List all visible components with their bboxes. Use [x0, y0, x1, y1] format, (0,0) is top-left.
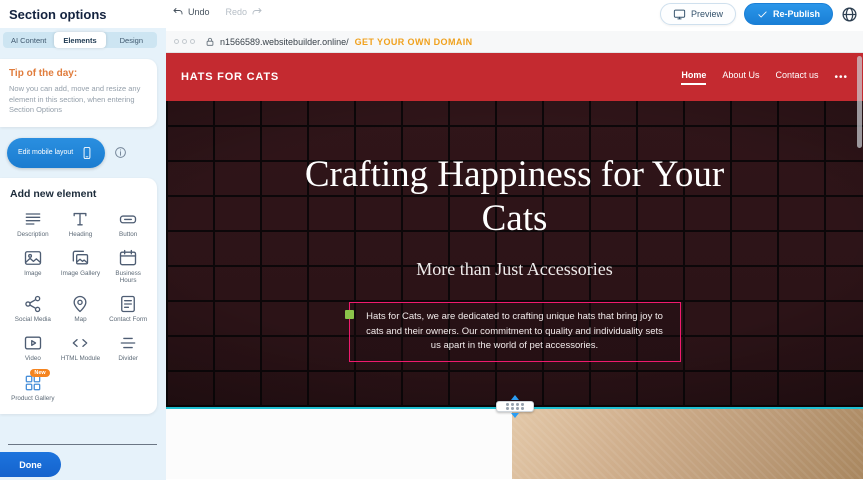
redo-icon: [251, 6, 263, 18]
undo-label: Undo: [188, 7, 210, 17]
hero-subtitle[interactable]: More than Just Accessories: [416, 259, 612, 280]
tab-elements[interactable]: Elements: [54, 32, 105, 48]
drag-handle: [496, 401, 534, 412]
republish-label: Re-Publish: [773, 9, 820, 19]
element-business-hours[interactable]: Business Hours: [105, 248, 151, 284]
preview-label: Preview: [691, 9, 723, 19]
tab-design[interactable]: Design: [106, 32, 157, 48]
tab-ai-content[interactable]: AI Content: [3, 32, 54, 48]
scrollbar-thumb[interactable]: [857, 56, 862, 148]
element-html-module[interactable]: HTML Module: [58, 333, 104, 362]
undo-button[interactable]: Undo: [172, 6, 210, 18]
business-hours-icon: [118, 248, 138, 268]
section-resize-handle[interactable]: [496, 395, 534, 418]
sidebar-tabs: AI Content Elements Design: [3, 32, 157, 48]
element-map[interactable]: Map: [58, 294, 104, 323]
element-image[interactable]: Image: [10, 248, 56, 284]
video-icon: [23, 333, 43, 353]
new-badge: New: [30, 369, 49, 377]
arrow-down-icon: [511, 413, 519, 418]
site-header: HATS FOR CATS Home About Us Contact us •…: [166, 53, 863, 101]
done-button[interactable]: Done: [0, 452, 61, 477]
button-icon: [118, 209, 138, 229]
contact-form-icon: [118, 294, 138, 314]
element-video[interactable]: Video: [10, 333, 56, 362]
element-product-gallery[interactable]: New Product Gallery: [10, 373, 56, 402]
redo-button[interactable]: Redo: [226, 6, 264, 18]
map-icon: [70, 294, 90, 314]
add-element-card: Add new element Description Heading Butt…: [0, 178, 157, 414]
browser-address-bar: n1566589.websitebuilder.online/ GET YOUR…: [166, 31, 863, 53]
image-gallery-icon: [70, 248, 90, 268]
heading-icon: [70, 209, 90, 229]
check-icon: [757, 9, 768, 20]
element-social-media[interactable]: Social Media: [10, 294, 56, 323]
tip-of-the-day-card: Tip of the day: Now you can add, move an…: [0, 59, 157, 127]
browser-dot-icon: [190, 39, 195, 44]
sidebar-footer-divider: [8, 444, 157, 445]
monitor-icon: [673, 8, 686, 21]
browser-dot-icon: [174, 39, 179, 44]
html-module-icon: [70, 333, 90, 353]
undo-icon: [172, 6, 184, 18]
redo-label: Redo: [226, 7, 248, 17]
hero-section: Crafting Happiness for Your Cats More th…: [166, 101, 863, 407]
page-title: Section options: [9, 7, 107, 22]
sidebar: AI Content Elements Design Tip of the da…: [0, 28, 166, 480]
nav-item-contact-us[interactable]: Contact us: [775, 70, 818, 85]
preview-button[interactable]: Preview: [660, 3, 736, 25]
nav-more-menu[interactable]: •••: [834, 72, 848, 83]
element-button[interactable]: Button: [105, 209, 151, 238]
history-controls: Undo Redo: [172, 6, 263, 18]
element-grid: Description Heading Button Image: [10, 209, 151, 402]
divider-icon: [118, 333, 138, 353]
drag-dots-icon: [506, 403, 508, 405]
hero-title[interactable]: Crafting Happiness for Your Cats: [305, 153, 725, 242]
browser-dot-icon: [182, 39, 187, 44]
site-url: n1566589.websitebuilder.online/: [220, 37, 349, 47]
get-domain-link[interactable]: GET YOUR OWN DOMAIN: [355, 37, 473, 47]
editor-canvas: n1566589.websitebuilder.online/ GET YOUR…: [166, 28, 863, 480]
arrow-up-icon: [511, 395, 519, 400]
tip-body: Now you can add, move and resize any ele…: [9, 84, 145, 116]
edit-mobile-layout-label: Edit mobile layout: [18, 149, 73, 156]
element-heading[interactable]: Heading: [58, 209, 104, 238]
language-globe-icon[interactable]: [841, 6, 858, 23]
social-media-icon: [23, 294, 43, 314]
tip-heading: Tip of the day:: [9, 68, 145, 79]
image-icon: [23, 248, 43, 268]
description-icon: [23, 209, 43, 229]
element-image-gallery[interactable]: Image Gallery: [58, 248, 104, 284]
element-divider[interactable]: Divider: [105, 333, 151, 362]
topbar-actions: Preview Re-Publish: [660, 3, 858, 25]
info-icon[interactable]: [114, 146, 127, 159]
next-section: [166, 409, 863, 479]
nav-item-home[interactable]: Home: [681, 70, 706, 85]
nav-item-about-us[interactable]: About Us: [722, 70, 759, 85]
site-page: HATS FOR CATS Home About Us Contact us •…: [166, 53, 863, 479]
site-logo[interactable]: HATS FOR CATS: [181, 71, 279, 83]
element-description[interactable]: Description: [10, 209, 56, 238]
resize-handle-green[interactable]: [345, 310, 354, 319]
republish-button[interactable]: Re-Publish: [744, 3, 833, 25]
carpet-cat-image[interactable]: [512, 409, 863, 479]
phone-icon: [80, 146, 94, 160]
lock-icon: [205, 37, 215, 47]
hero-paragraph-text: Hats for Cats, we are dedicated to craft…: [366, 311, 663, 351]
mobile-layout-row: Edit mobile layout: [0, 138, 166, 168]
hero-paragraph-selected[interactable]: Hats for Cats, we are dedicated to craft…: [349, 302, 681, 362]
edit-mobile-layout-button[interactable]: Edit mobile layout: [7, 138, 105, 168]
site-nav: Home About Us Contact us •••: [681, 70, 848, 85]
element-contact-form[interactable]: Contact Form: [105, 294, 151, 323]
sidebar-footer: Done: [0, 444, 166, 477]
add-element-title: Add new element: [10, 188, 151, 200]
topbar: Section options Undo Redo Preview Re-Pub: [0, 0, 863, 28]
